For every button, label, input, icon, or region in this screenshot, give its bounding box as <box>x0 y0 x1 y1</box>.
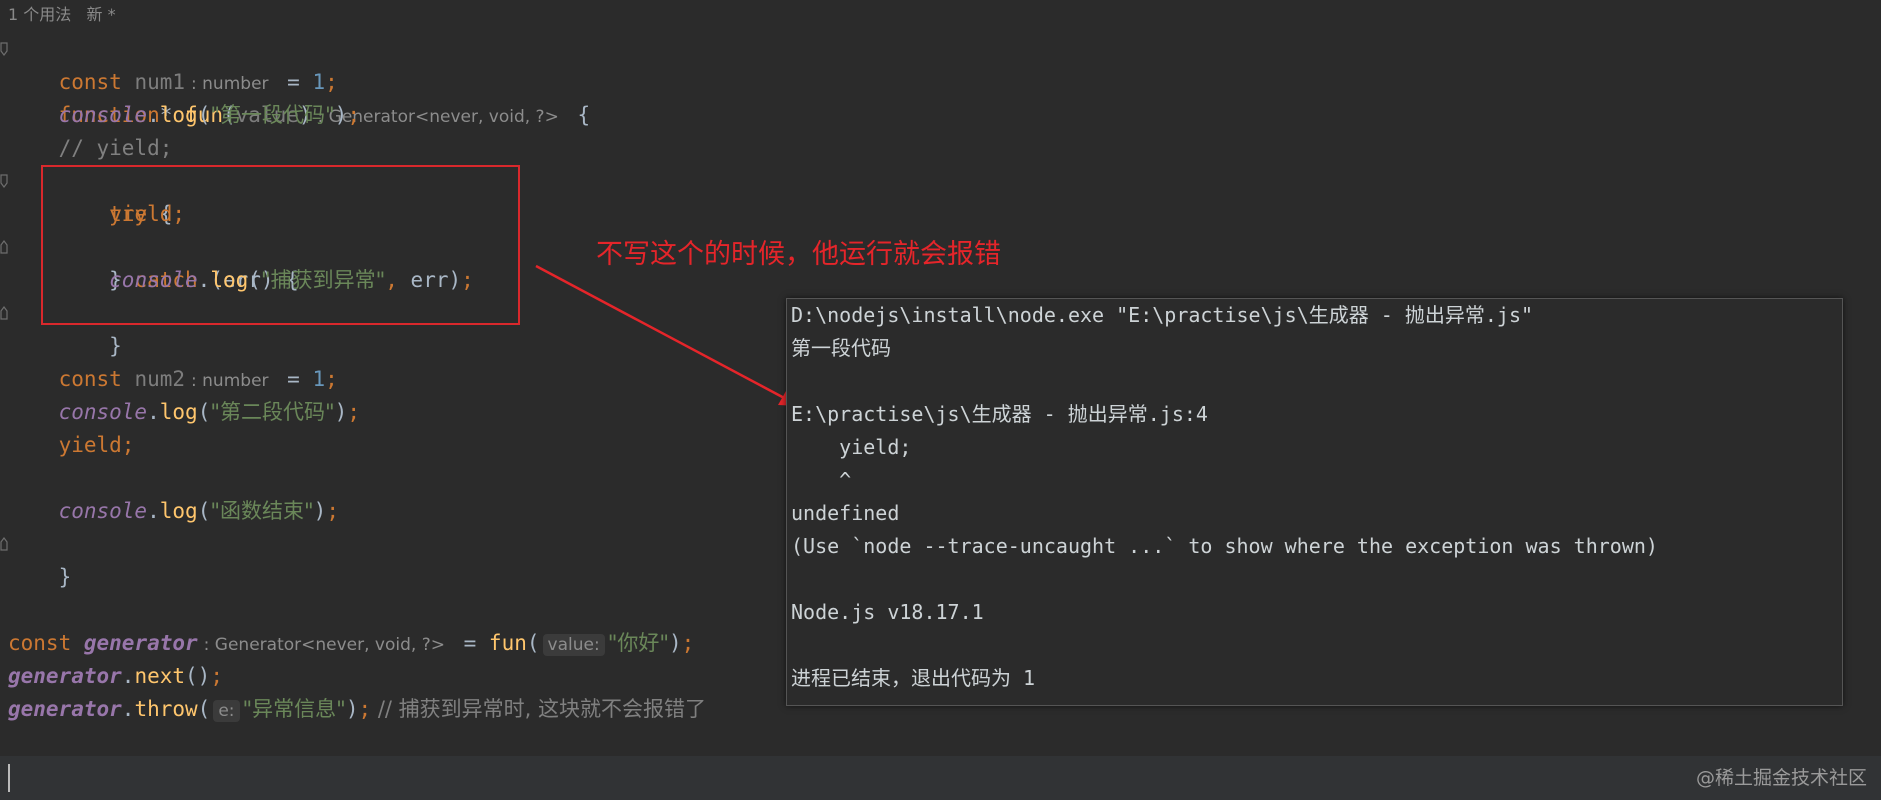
console-line: ^ <box>791 468 852 492</box>
usage-hint[interactable]: 1 个用法 新 * <box>8 3 116 27</box>
global-object: console <box>58 499 148 523</box>
type-hint: : number <box>191 371 269 391</box>
fold-marker-icon[interactable] <box>0 306 8 320</box>
console-line: 第一段代码 <box>791 336 891 360</box>
semicolon: ; <box>325 367 338 391</box>
string-literal: "第二段代码" <box>210 400 335 424</box>
paren: ( <box>197 697 211 721</box>
semicolon: ; <box>347 400 360 424</box>
text-caret <box>8 764 10 792</box>
parameter-hint: value: <box>542 634 605 656</box>
variable: num2 <box>134 367 186 391</box>
method-name: log <box>159 400 198 424</box>
code-line[interactable]: const num1: number = 1; <box>0 66 1881 99</box>
paren: ) <box>313 499 327 523</box>
semicolon: ; <box>358 697 372 721</box>
watermark: @稀土掘金技术社区 <box>1695 767 1867 789</box>
console-line: Node.js v18.17.1 <box>791 600 984 624</box>
semicolon: ; <box>347 103 360 127</box>
semicolon: ; <box>121 433 135 457</box>
variable: generator <box>8 697 122 721</box>
console-line: E:\practise\js\生成器 - 抛出异常.js:4 <box>791 402 1208 426</box>
fold-marker-icon[interactable] <box>0 174 8 188</box>
variable: generator <box>83 631 198 655</box>
operator: = <box>450 631 489 655</box>
paren: ) <box>669 631 682 655</box>
semicolon: ; <box>210 664 223 688</box>
number-literal: 1 <box>312 70 326 94</box>
method-name: log <box>159 499 198 523</box>
method-name: next <box>134 664 186 688</box>
code-line[interactable]: function* fun(value): Generator<never, v… <box>0 33 1881 127</box>
dot: . <box>147 103 160 127</box>
dot: . <box>147 400 160 424</box>
comment: // yield; <box>58 136 173 160</box>
number-literal: 1 <box>312 367 326 391</box>
method-name: log <box>159 103 198 127</box>
code-line[interactable]: // yield; <box>0 132 1881 165</box>
console-line: yield; <box>791 435 912 459</box>
dot: . <box>147 499 160 523</box>
operator: = <box>274 70 313 94</box>
semicolon: ; <box>326 499 339 523</box>
console-line: D:\nodejs\install\node.exe "E:\practise\… <box>791 303 1534 327</box>
paren: ) <box>334 103 348 127</box>
highlight-box <box>41 165 520 325</box>
global-object: console <box>58 103 148 127</box>
comment: // 捕获到异常时, 这块就不会报错了 <box>371 697 707 721</box>
operator: = <box>274 367 313 391</box>
string-literal: "第一段代码" <box>210 103 335 127</box>
global-object: console <box>58 400 148 424</box>
method-name: throw <box>134 697 198 721</box>
paren: () <box>185 664 211 688</box>
paren: ) <box>345 697 359 721</box>
keyword: const <box>58 367 122 391</box>
console-line: 进程已结束，退出代码为 1 <box>791 666 1036 690</box>
variable: num1 <box>134 70 186 94</box>
fold-marker-icon[interactable] <box>0 240 8 254</box>
run-console-output[interactable]: D:\nodejs\install\node.exe "E:\practise\… <box>786 298 1843 706</box>
keyword: yield <box>58 433 122 457</box>
paren: ( <box>197 103 211 127</box>
paren: ) <box>334 400 348 424</box>
semicolon: ; <box>325 70 338 94</box>
keyword: const <box>58 70 122 94</box>
fold-marker-icon[interactable] <box>0 42 8 56</box>
paren: ( <box>526 631 540 655</box>
type-hint: : number <box>191 74 269 94</box>
string-literal: "函数结束" <box>210 499 314 523</box>
code-line[interactable]: console.log("第一段代码"); <box>0 99 1881 132</box>
current-line-bar[interactable] <box>0 756 1881 800</box>
paren: ( <box>197 400 211 424</box>
keyword: const <box>8 631 72 655</box>
dot: . <box>121 697 135 721</box>
string-literal: "你好" <box>607 631 670 655</box>
fold-marker-icon[interactable] <box>0 537 8 551</box>
console-line: undefined <box>791 501 900 525</box>
dot: . <box>121 664 135 688</box>
function-call: fun <box>488 631 527 655</box>
paren: ( <box>197 499 211 523</box>
annotation-text: 不写这个的时候，他运行就会报错 <box>596 239 1001 270</box>
type-hint: : Generator<never, void, ?> <box>203 635 445 655</box>
string-literal: "异常信息" <box>242 697 346 721</box>
semicolon: ; <box>681 631 695 655</box>
parameter-hint: e: <box>213 700 240 722</box>
variable: generator <box>8 664 122 688</box>
console-line: (Use `node --trace-uncaught ...` to show… <box>791 534 1658 558</box>
